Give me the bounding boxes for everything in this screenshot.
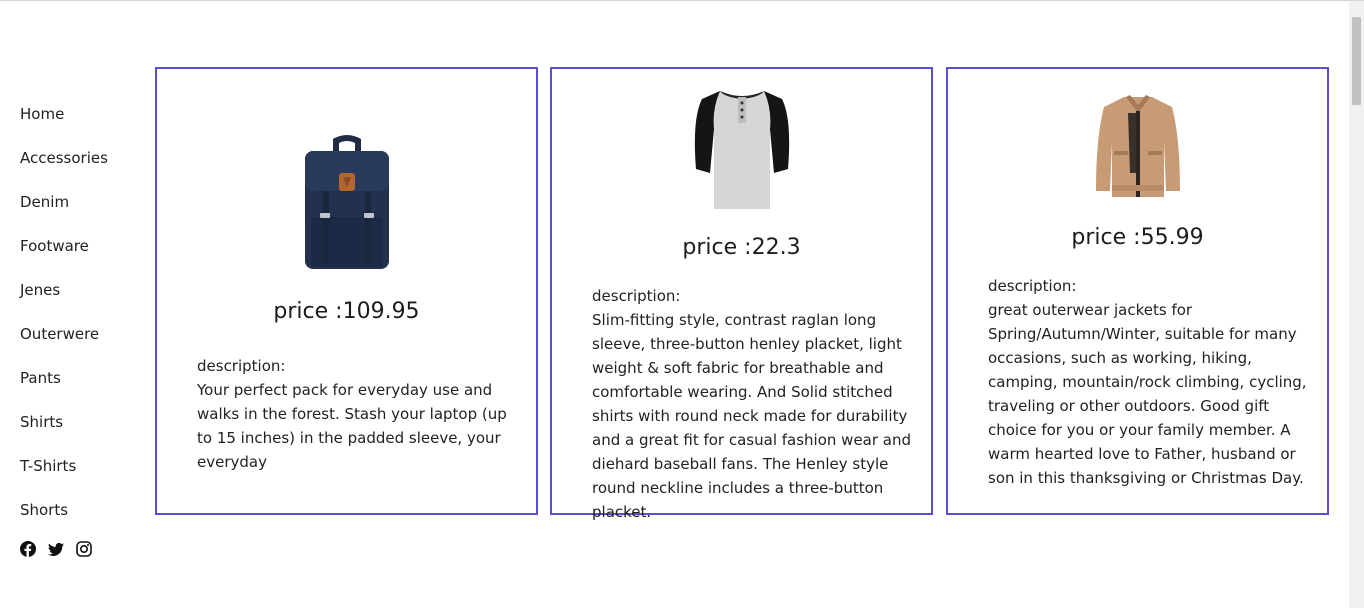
scrollbar-thumb[interactable] [1352,17,1361,105]
sidebar-nav: Home Accessories Denim Footware Jenes Ou… [20,105,140,545]
product-card[interactable]: price :109.95 description: Your perfect … [155,67,538,515]
description-label: description: [592,287,681,305]
description-text: Your perfect pack for everyday use and w… [197,381,507,471]
nav-item-home[interactable]: Home [20,105,140,149]
nav-item-denim[interactable]: Denim [20,193,140,237]
nav-item-t-shirts[interactable]: T-Shirts [20,457,140,501]
description-text: Slim-fitting style, contrast raglan long… [592,311,912,521]
nav-item-outerwere[interactable]: Outerwere [20,325,140,369]
nav-item-shirts[interactable]: Shirts [20,413,140,457]
product-price: price :109.95 [273,299,420,324]
instagram-icon[interactable] [76,541,92,557]
nav-item-jenes[interactable]: Jenes [20,281,140,325]
product-image-jacket[interactable] [948,93,1327,203]
description-text: great outerwear jackets for Spring/Autum… [988,301,1307,487]
page-scrollbar[interactable] [1349,1,1364,608]
twitter-icon[interactable] [48,541,64,557]
nav-item-accessories[interactable]: Accessories [20,149,140,193]
product-description: description: Slim-fitting style, contras… [592,284,922,524]
nav-item-footware[interactable]: Footware [20,237,140,281]
description-label: description: [988,277,1077,295]
product-card[interactable]: price :55.99 description: great outerwea… [946,67,1329,515]
product-image-henley-shirt[interactable] [552,83,931,213]
nav-item-shorts[interactable]: Shorts [20,501,140,545]
description-label: description: [197,357,286,375]
product-description: description: Your perfect pack for every… [197,354,522,474]
nav-item-pants[interactable]: Pants [20,369,140,413]
social-links [20,541,92,557]
facebook-icon[interactable] [20,541,36,557]
product-description: description: great outerwear jackets for… [988,274,1318,490]
product-image-backpack[interactable] [157,133,536,273]
product-price: price :55.99 [1071,225,1204,250]
product-card[interactable]: price :22.3 description: Slim-fitting st… [550,67,933,521]
product-price: price :22.3 [682,235,801,260]
